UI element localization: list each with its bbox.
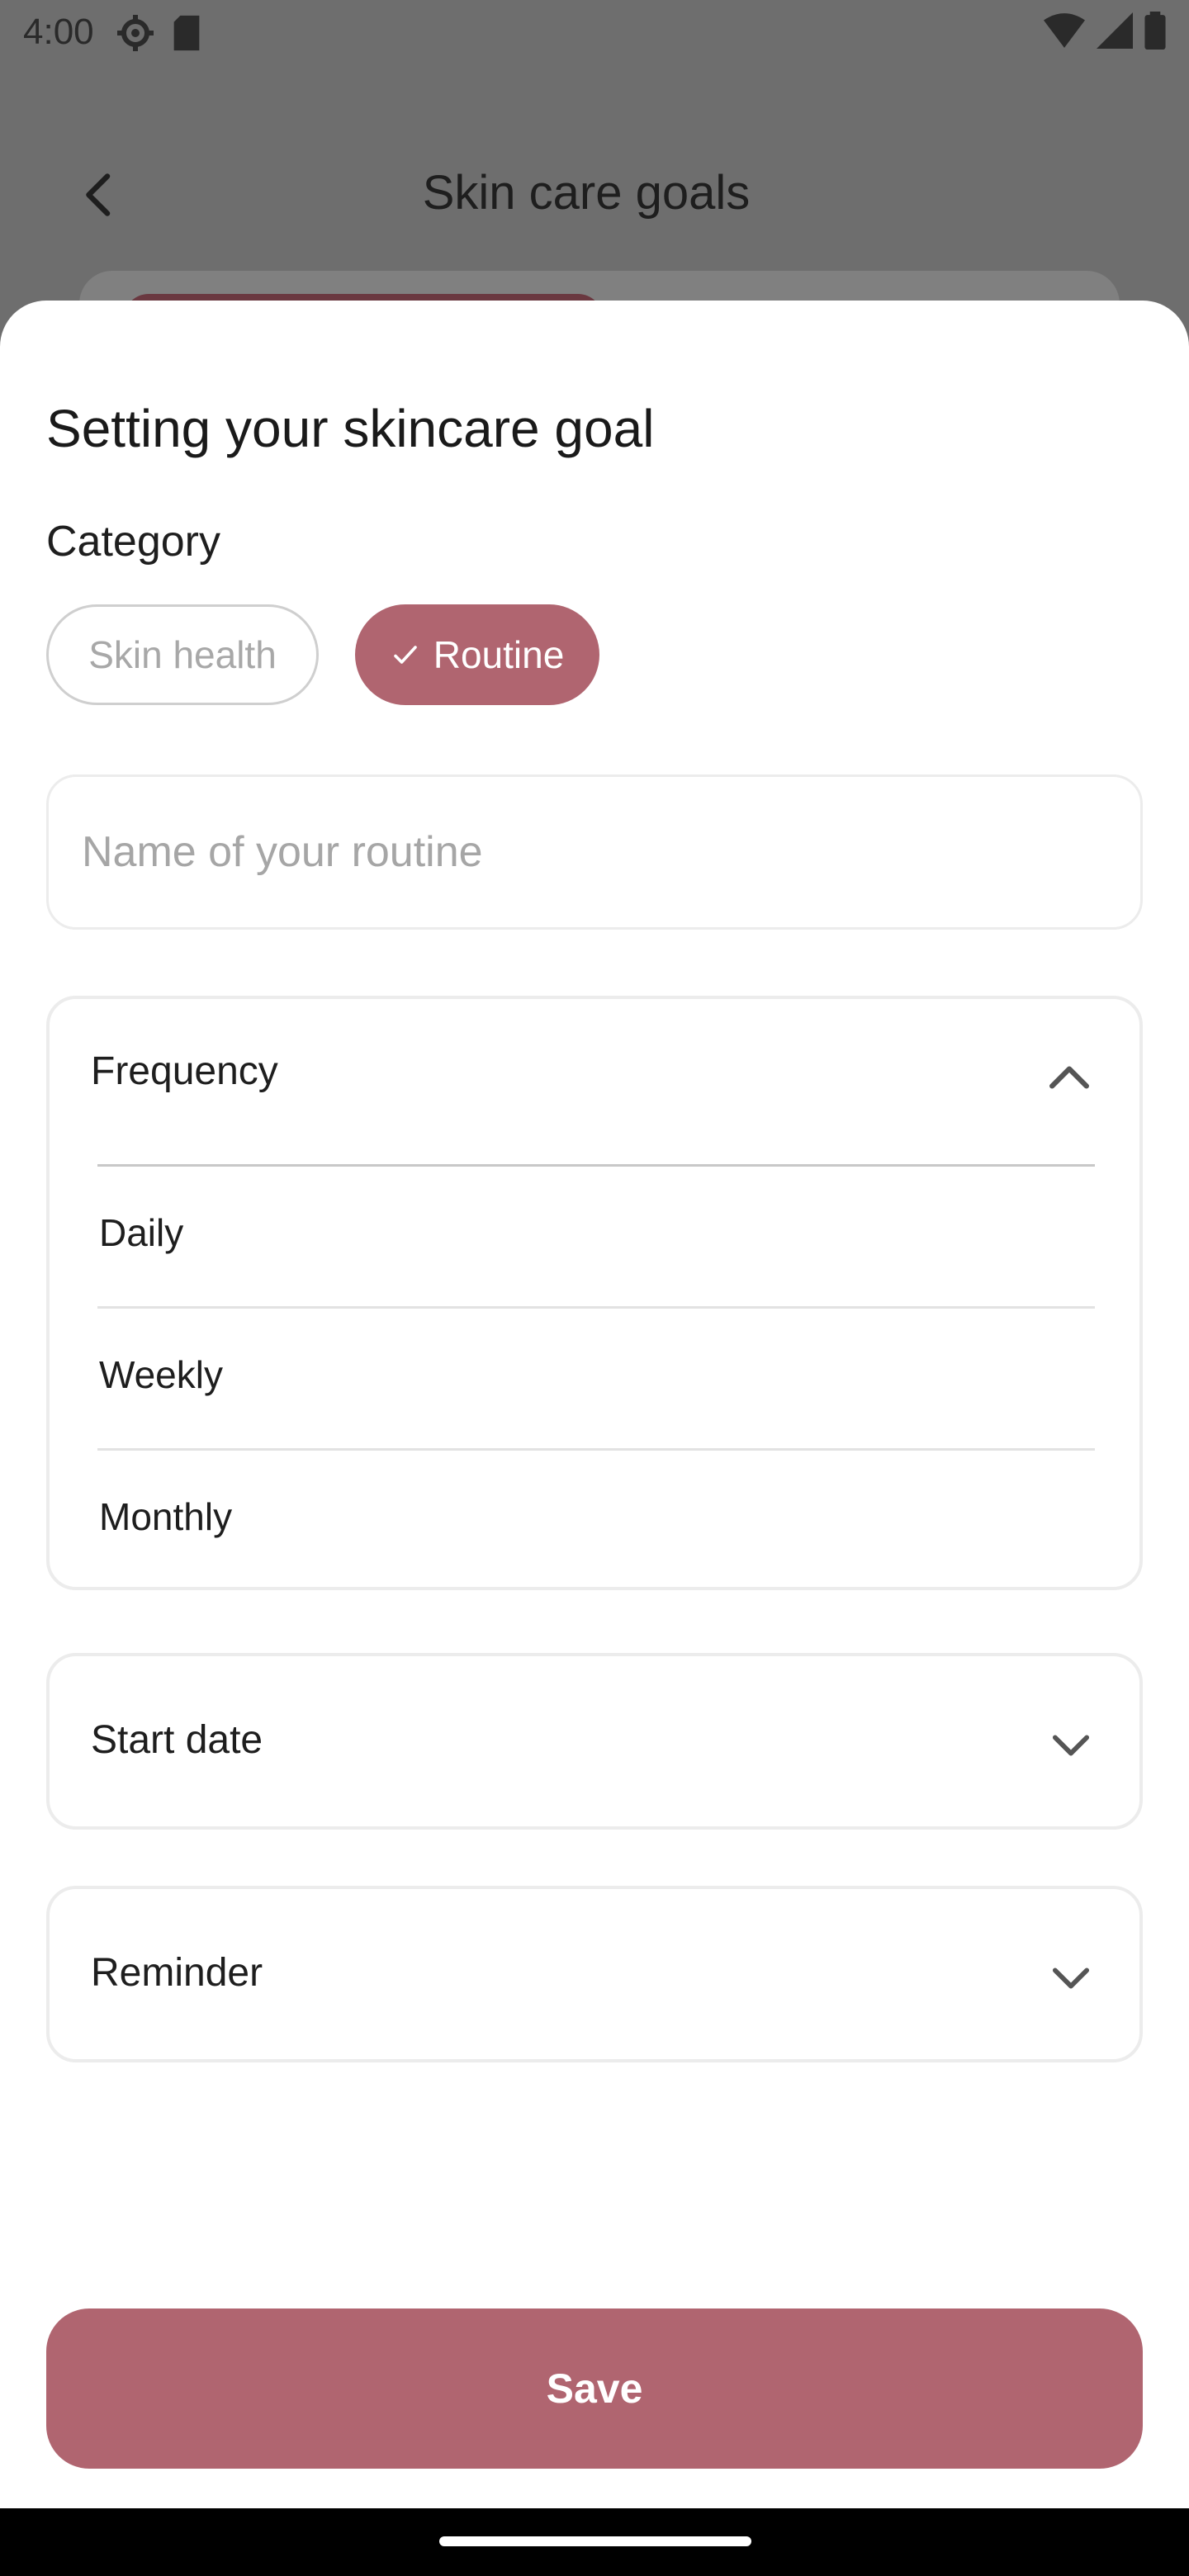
- settings-icon: [117, 15, 154, 51]
- option-divider: [97, 1448, 1095, 1451]
- routine-name-placeholder: Name of your routine: [82, 828, 483, 876]
- status-icons-right: [1044, 12, 1166, 50]
- sheet-title: Setting your skincare goal: [46, 399, 655, 458]
- status-time: 4:00: [23, 12, 94, 52]
- frequency-label[interactable]: Frequency: [91, 1049, 278, 1094]
- page-title: Skin care goals: [422, 166, 751, 220]
- check-icon: [393, 646, 417, 664]
- frequency-option-daily[interactable]: Daily: [99, 1210, 183, 1255]
- wifi-icon: [1044, 13, 1085, 48]
- chip-label: Skin health: [88, 633, 277, 676]
- chevron-up-icon[interactable]: [1049, 1065, 1090, 1090]
- category-label: Category: [46, 518, 220, 566]
- chip-routine[interactable]: Routine: [355, 604, 599, 705]
- frequency-option-monthly[interactable]: Monthly: [99, 1494, 232, 1539]
- navigation-bar: [0, 2508, 1189, 2576]
- chip-skin-health[interactable]: Skin health: [46, 604, 319, 705]
- signal-icon: [1097, 12, 1133, 49]
- save-button[interactable]: Save: [46, 2308, 1143, 2469]
- frequency-option-weekly[interactable]: Weekly: [99, 1352, 223, 1397]
- reminder-dropdown[interactable]: Reminder: [46, 1886, 1143, 2062]
- routine-name-input[interactable]: Name of your routine: [46, 774, 1143, 930]
- status-icons-left: [116, 13, 203, 53]
- start-date-label: Start date: [91, 1718, 263, 1762]
- chevron-down-icon: [1052, 1735, 1090, 1756]
- chip-label: Routine: [433, 633, 565, 676]
- frequency-divider: [97, 1164, 1095, 1167]
- status-bar: 4:00: [0, 0, 1189, 69]
- start-date-dropdown[interactable]: Start date: [46, 1653, 1143, 1830]
- frequency-dropdown: Frequency Daily Weekly Monthly: [46, 996, 1143, 1590]
- home-handle[interactable]: [439, 2536, 751, 2546]
- battery-icon: [1144, 12, 1166, 50]
- goal-bottom-sheet: Setting your skincare goal Category Skin…: [0, 301, 1189, 2508]
- option-divider: [97, 1306, 1095, 1309]
- reminder-label: Reminder: [91, 1951, 263, 1995]
- chevron-down-icon: [1052, 1968, 1090, 1989]
- sd-card-icon: [173, 15, 200, 51]
